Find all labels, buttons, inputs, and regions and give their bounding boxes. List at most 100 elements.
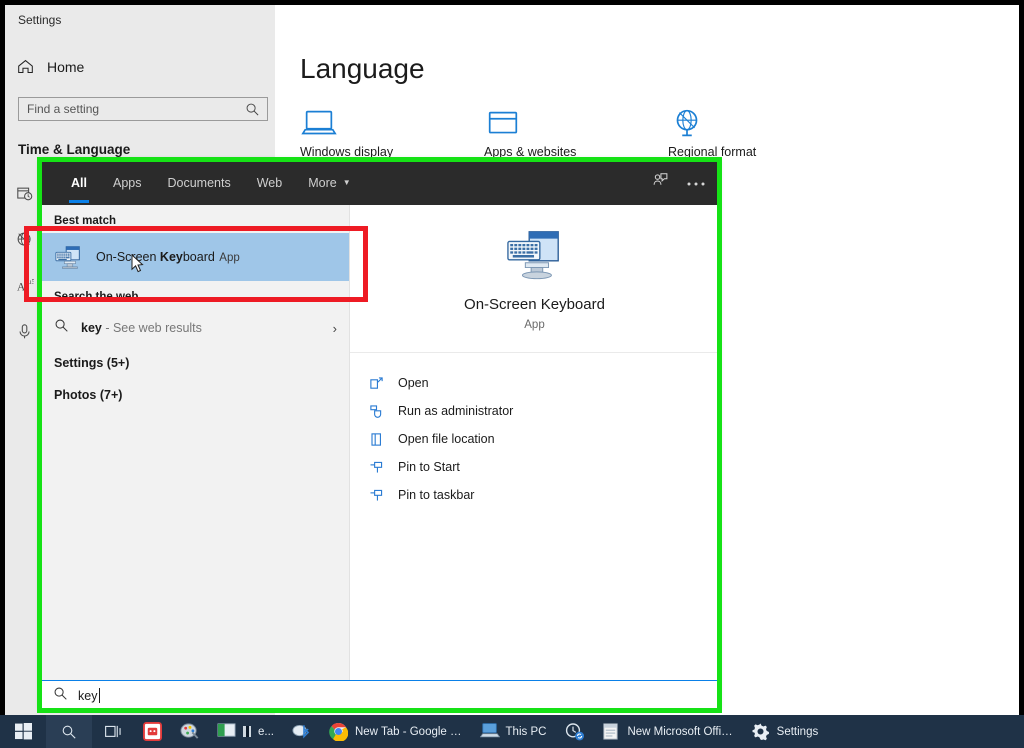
start-button[interactable] [0, 715, 46, 748]
taskbar-item-office-doc-label: New Microsoft Offi… [627, 725, 733, 738]
preview-action-list: Open Run as administrator Open file loca… [350, 353, 719, 509]
search-overlay: All Apps Documents Web More ▼ Best match… [40, 160, 719, 709]
find-a-setting-input[interactable]: Find a setting [18, 97, 268, 121]
result-item-on-screen-keyboard[interactable]: On-Screen Keyboard App [40, 233, 349, 281]
search-body: Best match On-Screen Keyboard App Search… [40, 205, 719, 709]
taskbar-item-settings[interactable]: Settings [742, 715, 828, 748]
tab-all[interactable]: All [58, 160, 100, 205]
action-open[interactable]: Open [368, 369, 719, 397]
category-photos[interactable]: Photos (7+) [40, 379, 349, 411]
file-explorer-icon [217, 722, 236, 741]
home-icon [17, 58, 34, 75]
group-label-best-match: Best match [54, 215, 116, 227]
chevron-down-icon: ▼ [342, 178, 351, 187]
taskbar: e... New Tab - Google … This PC New Micr… [0, 715, 1024, 748]
pin-icon [368, 487, 384, 503]
preview-app-type: App [524, 319, 545, 331]
tab-web[interactable]: Web [244, 160, 295, 205]
taskbar-item-settings-label: Settings [776, 725, 819, 738]
web-result-row[interactable]: key - See web results › [40, 309, 349, 347]
shield-run-icon [368, 403, 384, 419]
action-run-as-administrator[interactable]: Run as administrator [368, 397, 719, 425]
search-tabs: All Apps Documents Web More ▼ [58, 160, 364, 205]
sidebar-item-home[interactable]: Home [17, 58, 84, 75]
pref-apps-websites-label: Apps & websites [484, 145, 577, 159]
screen: Settings Home Find a setting Time & Lang… [0, 0, 1024, 748]
action-pin-to-start-label: Pin to Start [398, 460, 460, 474]
page-title: Language [300, 53, 425, 84]
taskbar-item-app-red[interactable] [134, 715, 171, 748]
pref-apps-websites[interactable]: Apps & websites [484, 107, 604, 159]
taskbar-item-this-pc-label: This PC [505, 725, 547, 738]
more-options-icon[interactable] [687, 174, 705, 192]
region-icon[interactable] [16, 231, 34, 249]
search-icon [54, 318, 69, 338]
search-icon [53, 686, 68, 706]
category-settings[interactable]: Settings (5+) [40, 347, 349, 379]
feedback-icon[interactable] [652, 172, 669, 194]
taskbar-item-bluetooth-app[interactable] [283, 715, 320, 748]
tab-documents[interactable]: Documents [154, 160, 243, 205]
chevron-right-icon[interactable]: › [333, 321, 337, 336]
laptop-icon [300, 107, 420, 141]
date-time-icon[interactable] [16, 185, 34, 203]
pref-regional-format-label: Regional format [668, 145, 757, 159]
web-result-label: key - See web results [81, 321, 202, 335]
action-pin-to-taskbar[interactable]: Pin to taskbar [368, 481, 719, 509]
taskbar-item-redacted-label [243, 726, 251, 737]
pref-windows-display[interactable]: Windows display [300, 107, 420, 159]
tab-documents-label: Documents [167, 175, 231, 190]
app-red-icon [143, 722, 162, 741]
search-header-actions [652, 160, 705, 205]
search-preview-panel: On-Screen Keyboard App Open Run as admin… [350, 205, 719, 709]
taskbar-item-this-pc[interactable]: This PC [471, 715, 556, 748]
taskbar-item-chrome-label: New Tab - Google … [354, 725, 462, 738]
this-pc-icon [479, 722, 500, 741]
preview-app-name: On-Screen Keyboard [464, 296, 605, 313]
taskbar-item-office-doc[interactable]: New Microsoft Offi… [592, 715, 741, 748]
tab-web-label: Web [256, 175, 283, 190]
pref-regional-format[interactable]: Regional format [668, 107, 788, 159]
action-pin-to-start[interactable]: Pin to Start [368, 453, 719, 481]
result-item-text: On-Screen Keyboard App [96, 248, 240, 266]
group-label-search-the-web: Search the web [54, 291, 139, 303]
sidebar-icon-list: A\u5b57 [16, 185, 46, 341]
paint-icon [180, 722, 199, 741]
window-title: Settings [18, 13, 62, 27]
sidebar-category-heading: Time & Language [18, 142, 131, 157]
taskbar-item-redacted-suffix: e... [258, 725, 274, 738]
svg-text:A: A [17, 281, 26, 294]
folder-location-icon [368, 431, 384, 447]
pref-windows-display-label: Windows display [300, 145, 394, 159]
preview-header: On-Screen Keyboard App [350, 205, 719, 353]
speech-icon[interactable] [16, 323, 34, 341]
tab-apps-label: Apps [112, 175, 142, 190]
taskbar-item-clock-sync[interactable] [555, 715, 592, 748]
window-icon [484, 107, 604, 141]
taskbar-search-button[interactable] [46, 715, 92, 748]
language-icon[interactable]: A\u5b57 [16, 277, 46, 295]
on-screen-keyboard-icon [54, 242, 84, 272]
tab-apps[interactable]: Apps [100, 160, 155, 205]
taskbar-item-paint[interactable] [171, 715, 208, 748]
action-open-file-location[interactable]: Open file location [368, 425, 719, 453]
action-open-file-location-label: Open file location [398, 432, 495, 446]
action-run-as-administrator-label: Run as administrator [398, 404, 514, 418]
on-screen-keyboard-icon [504, 226, 566, 284]
search-icon [245, 102, 260, 122]
gear-icon [751, 722, 770, 741]
chrome-icon [329, 722, 349, 742]
action-open-label: Open [398, 376, 429, 390]
tab-more-label: More [308, 175, 337, 190]
task-view-button[interactable] [92, 715, 134, 748]
action-pin-to-taskbar-label: Pin to taskbar [398, 488, 475, 502]
open-icon [368, 375, 384, 391]
svg-text:\u5b57: \u5b57 [26, 278, 34, 286]
preferred-languages-row: Windows display Apps & websites Regional… [300, 107, 788, 159]
search-input[interactable]: key [40, 680, 719, 711]
sidebar-item-home-label: Home [47, 58, 85, 75]
taskbar-item-redacted[interactable]: e... [208, 715, 283, 748]
result-item-subtitle: App [219, 252, 240, 264]
tab-more[interactable]: More ▼ [295, 160, 363, 205]
taskbar-item-chrome[interactable]: New Tab - Google … [320, 715, 471, 748]
